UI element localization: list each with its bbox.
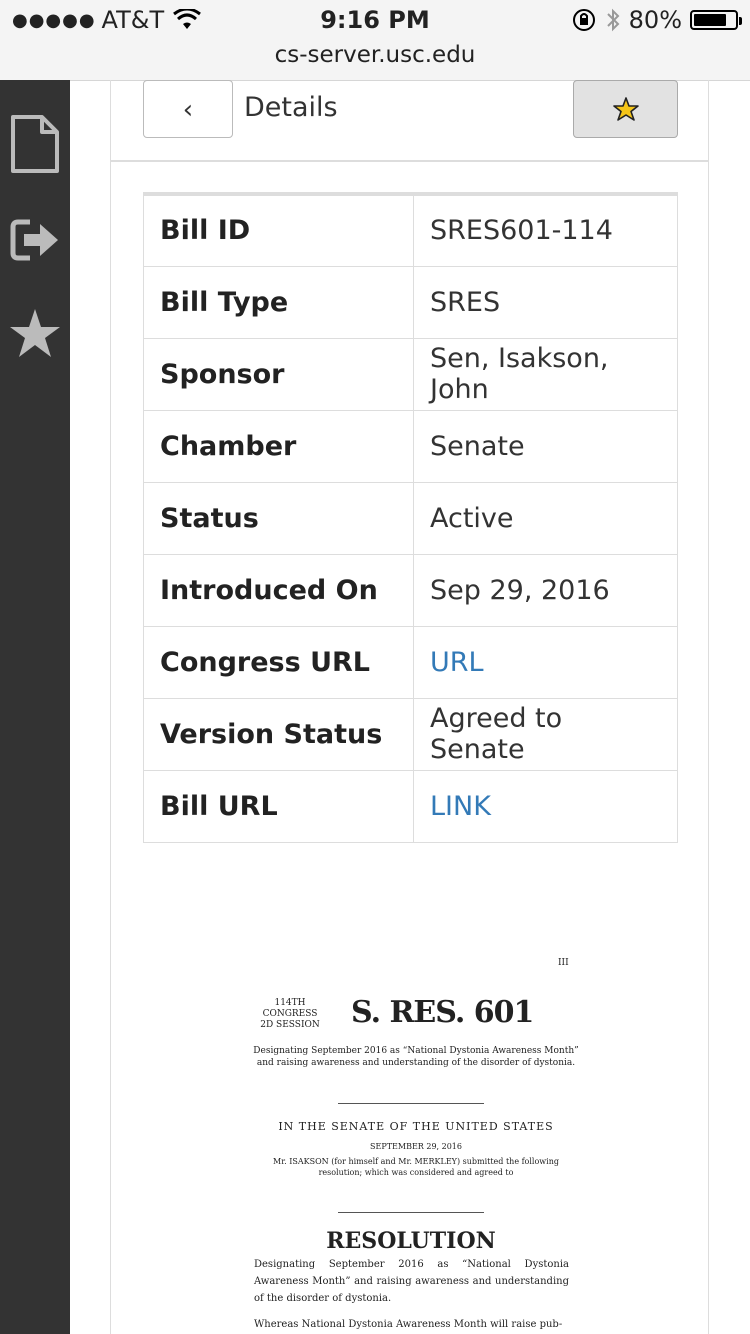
doc-page-mark: III [558, 958, 569, 968]
status-right: 80% [571, 6, 742, 34]
bill-document-preview: III 114TH CONGRESS 2D SESSION S. RES. 60… [251, 950, 581, 1334]
doc-resolution-heading: RESOLUTION [326, 1228, 496, 1254]
detail-label: Bill URL [143, 769, 414, 843]
detail-value: Active [413, 481, 678, 555]
detail-header: ‹ Details [111, 80, 708, 162]
bill-url-link[interactable]: LINK [430, 791, 491, 822]
doc-congress: 114TH CONGRESS 2D SESSION [254, 998, 326, 1031]
detail-value: Sen, Isakson, John [413, 337, 678, 411]
bluetooth-icon [606, 8, 620, 32]
doc-designation-body: Designating September 2016 as “National … [254, 1259, 569, 1304]
doc-submitted-text: Mr. ISAKSON (for himself and Mr. MERKLEY… [273, 1157, 559, 1177]
table-row: Status Active [143, 481, 678, 555]
status-bar: ●●●●● AT&T 9:16 PM 80% [0, 0, 750, 40]
detail-value: Sep 29, 2016 [413, 553, 678, 627]
detail-label: Bill Type [143, 265, 414, 339]
doc-senate-heading: IN THE SENATE OF THE UNITED STATES [278, 1120, 554, 1133]
detail-label: Chamber [143, 409, 414, 483]
detail-value-cell: LINK [413, 769, 678, 843]
sign-out-icon[interactable] [10, 210, 60, 270]
detail-label: Sponsor [143, 337, 414, 411]
rotation-lock-icon [572, 9, 595, 31]
detail-label: Version Status [143, 697, 414, 771]
doc-divider [338, 1103, 484, 1104]
table-row: Version Status Agreed to Senate [143, 697, 678, 771]
address-bar[interactable]: cs-server.usc.edu [0, 40, 750, 81]
back-button[interactable]: ‹ [143, 80, 233, 138]
battery-fill [694, 14, 726, 26]
detail-value: Agreed to Senate [413, 697, 678, 771]
detail-value: Senate [413, 409, 678, 483]
table-row: Bill ID SRES601-114 [143, 193, 678, 267]
details-table: Bill ID SRES601-114 Bill Type SRES Sponsor Se… [143, 192, 678, 843]
detail-panel: ‹ Details Bill ID SRES601-114 Bill Type SRE… [110, 80, 709, 1334]
detail-value: SRES [413, 265, 678, 339]
favorite-button[interactable] [573, 80, 678, 138]
table-row: Sponsor Sen, Isakson, John [143, 337, 678, 411]
doc-resolution-number: S. RES. 601 [351, 995, 534, 1030]
sidebar [0, 80, 70, 1334]
table-row: Chamber Senate [143, 409, 678, 483]
doc-congress-line: 114TH CONGRESS [262, 998, 318, 1019]
star-icon[interactable] [10, 304, 60, 364]
doc-designation-summary: Designating September 2016 as “National … [253, 1046, 579, 1068]
battery-icon [690, 10, 742, 30]
star-icon [612, 97, 639, 121]
doc-session-line: 2D SESSION [260, 1020, 320, 1030]
table-row: Congress URL URL [143, 625, 678, 699]
doc-divider [338, 1212, 484, 1213]
page-title: Details [244, 92, 338, 123]
doc-whereas: Whereas National Dystonia Awareness Mont… [254, 1319, 563, 1330]
detail-label: Introduced On [143, 553, 414, 627]
detail-value-cell: URL [413, 625, 678, 699]
detail-value: SRES601-114 [413, 193, 678, 267]
document-icon[interactable] [10, 114, 60, 174]
detail-label: Congress URL [143, 625, 414, 699]
url-text: cs-server.usc.edu [274, 42, 476, 68]
doc-senate-date: SEPTEMBER 29, 2016 [370, 1142, 462, 1151]
detail-label: Bill ID [143, 193, 414, 267]
table-row: Bill Type SRES [143, 265, 678, 339]
battery-percent: 80% [628, 6, 682, 34]
table-row: Bill URL LINK [143, 769, 678, 843]
congress-url-link[interactable]: URL [430, 647, 484, 678]
detail-label: Status [143, 481, 414, 555]
table-row: Introduced On Sep 29, 2016 [143, 553, 678, 627]
